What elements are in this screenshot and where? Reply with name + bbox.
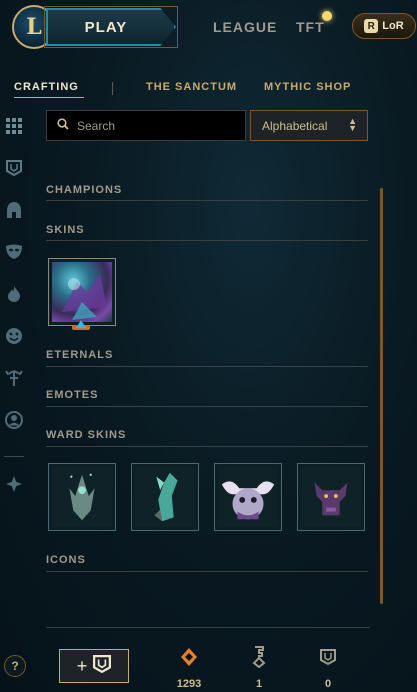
crest-icon <box>93 654 112 678</box>
section-title-ward-skins[interactable]: WARD SKINS <box>46 429 126 441</box>
footer-divider <box>46 627 370 628</box>
help-button[interactable]: ? <box>4 655 26 677</box>
skin-rarity-icon <box>76 320 86 328</box>
notification-dot-icon <box>322 11 332 21</box>
nav-league[interactable]: LEAGUE <box>213 19 277 35</box>
section-title-icons[interactable]: ICONS <box>46 554 86 566</box>
skin-artwork <box>52 262 112 322</box>
lor-button[interactable]: R LoR <box>352 13 416 39</box>
tab-divider <box>112 82 113 95</box>
orange-essence-icon <box>169 646 209 668</box>
sort-selected-value: Alphabetical <box>262 118 328 133</box>
section-title-champions[interactable]: CHAMPIONS <box>46 184 122 196</box>
active-tab-underline <box>14 97 84 98</box>
key-value: 1 <box>255 678 263 690</box>
chest-value: 0 <box>324 678 332 690</box>
search-box[interactable] <box>46 110 246 141</box>
section-divider <box>46 366 368 367</box>
crest-icon[interactable] <box>4 158 24 178</box>
ward-tile-4[interactable] <box>297 463 365 531</box>
top-navigation-bar: L PLAY LEAGUE TFT R LoR <box>0 0 417 52</box>
search-input[interactable] <box>77 118 237 133</box>
section-divider <box>46 571 368 572</box>
ward-tile-2[interactable] <box>131 463 199 531</box>
flame-icon[interactable] <box>4 284 24 304</box>
section-title-emotes[interactable]: EMOTES <box>46 389 98 401</box>
tab-crafting[interactable]: CRAFTING <box>14 81 79 93</box>
chroma-icon[interactable] <box>4 474 24 494</box>
lor-icon: R <box>364 19 379 33</box>
orange-essence-value: 1293 <box>176 678 202 690</box>
rail-divider <box>4 456 24 457</box>
helmet-icon[interactable] <box>4 200 24 220</box>
lor-label: LoR <box>382 20 404 32</box>
sort-chevrons-icon: ▲ ▼ <box>348 116 357 133</box>
search-icon <box>57 117 69 135</box>
ward-icon[interactable] <box>4 368 24 388</box>
ward-tile-1[interactable] <box>48 463 116 531</box>
emote-icon[interactable] <box>4 326 24 346</box>
scrollbar[interactable] <box>380 188 383 604</box>
ward-artwork-4 <box>301 467 361 527</box>
mask-icon[interactable] <box>4 242 24 262</box>
chest-counter: 0 <box>308 646 348 690</box>
section-divider <box>46 200 368 201</box>
chest-icon <box>308 646 348 668</box>
add-label: + <box>76 655 88 676</box>
section-divider <box>46 240 368 241</box>
section-divider <box>46 446 368 447</box>
loot-tabs: CRAFTING THE SANCTUM MYTHIC SHOP <box>14 81 414 101</box>
section-divider <box>46 406 368 407</box>
sort-dropdown[interactable]: Alphabetical ▲ ▼ <box>250 110 368 141</box>
key-icon <box>239 646 279 668</box>
play-button[interactable]: PLAY <box>46 8 176 46</box>
ward-artwork-2 <box>135 467 195 527</box>
profile-icon[interactable] <box>4 410 24 430</box>
grid-icon[interactable] <box>4 116 24 136</box>
ward-artwork-1 <box>52 467 112 527</box>
ward-artwork-3 <box>218 467 278 527</box>
logo-letter: L <box>26 14 42 40</box>
add-button[interactable]: + <box>59 649 129 683</box>
ward-tile-3[interactable] <box>214 463 282 531</box>
orange-essence-counter: 1293 <box>169 646 209 690</box>
play-button-label: PLAY <box>84 18 128 36</box>
help-label: ? <box>11 659 19 673</box>
skin-tile[interactable] <box>48 258 116 326</box>
key-counter: 1 <box>239 646 279 690</box>
section-title-eternals[interactable]: ETERNALS <box>46 349 113 361</box>
tab-mythic-shop[interactable]: MYTHIC SHOP <box>264 81 351 93</box>
tab-the-sanctum[interactable]: THE SANCTUM <box>146 81 237 93</box>
section-title-skins[interactable]: SKINS <box>46 224 85 236</box>
nav-tft[interactable]: TFT <box>296 19 325 35</box>
